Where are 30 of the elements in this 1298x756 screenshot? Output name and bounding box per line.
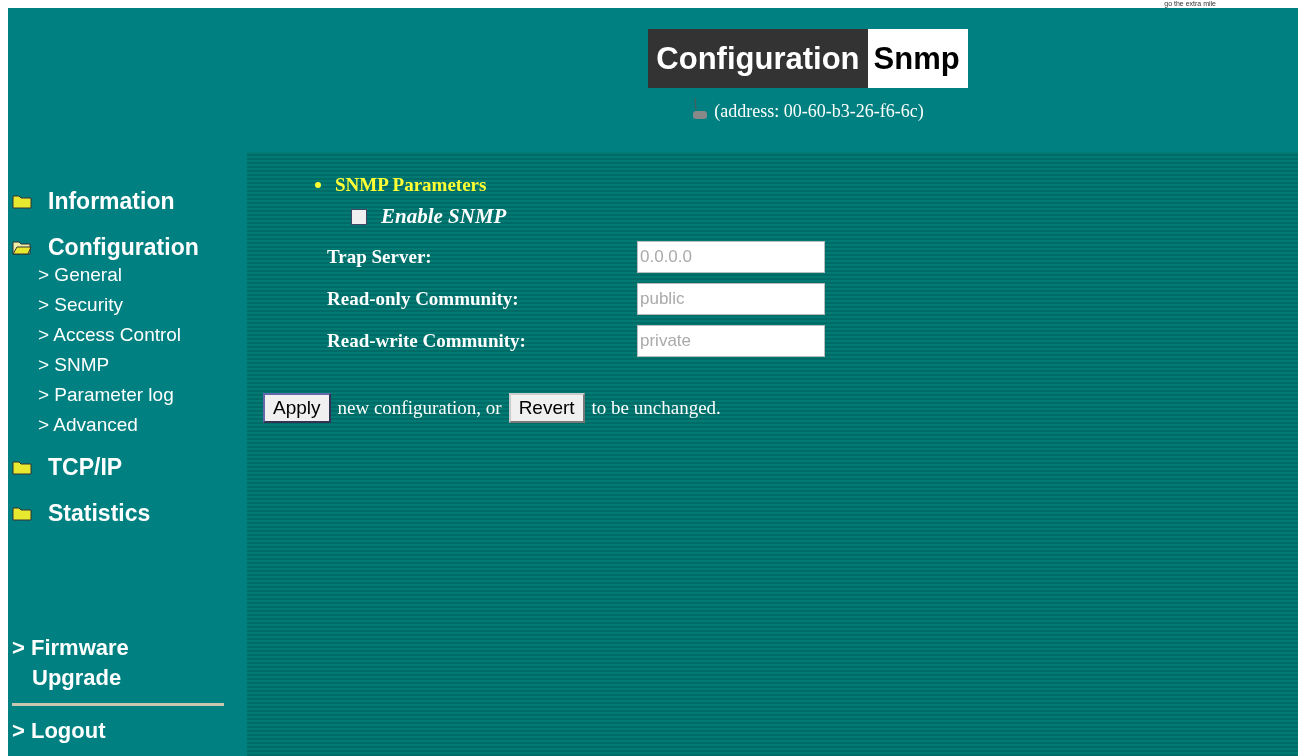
checkbox-label: Enable SNMP: [381, 204, 507, 229]
section-title: SNMP Parameters: [335, 174, 487, 196]
nav-sub-link[interactable]: > General: [38, 260, 247, 290]
bullet-icon: [315, 182, 321, 188]
revert-button[interactable]: Revert: [508, 393, 585, 423]
nav-link[interactable]: > Firmware Upgrade: [12, 633, 182, 693]
device-icon: [692, 98, 709, 120]
field-label: Read-only Community:: [327, 288, 520, 310]
page-title: Configuration: [648, 29, 868, 88]
folder-icon: [12, 193, 32, 209]
field-label: Trap Server:: [327, 246, 433, 268]
checkbox[interactable]: [351, 208, 367, 225]
nav-folder-link[interactable]: Information: [12, 178, 247, 224]
action-text: to be unchanged.: [591, 397, 721, 419]
nav-sub-link[interactable]: > Advanced: [38, 410, 247, 440]
nav-sub-link[interactable]: > Security: [38, 290, 247, 320]
nav-sub-link[interactable]: > Access Control: [38, 320, 247, 350]
nav-folder-link[interactable]: Statistics: [12, 490, 247, 536]
page-subtitle: Snmp: [867, 29, 968, 88]
device-address: (address: 00-60-b3-26-f6-6c): [714, 101, 924, 122]
nav-sub-link[interactable]: > Parameter log: [38, 380, 247, 410]
apply-button[interactable]: Apply: [263, 393, 331, 423]
nav-link[interactable]: > Logout: [12, 716, 182, 746]
folder-icon: [12, 505, 32, 521]
nav-folder-link[interactable]: TCP/IP: [12, 444, 247, 490]
folder-icon: [12, 459, 32, 475]
nav-sub-link[interactable]: > SNMP: [38, 350, 247, 380]
open-folder-icon: [12, 239, 32, 255]
action-text: new configuration, or: [337, 397, 502, 419]
field-label: Read-write Community:: [327, 330, 527, 352]
